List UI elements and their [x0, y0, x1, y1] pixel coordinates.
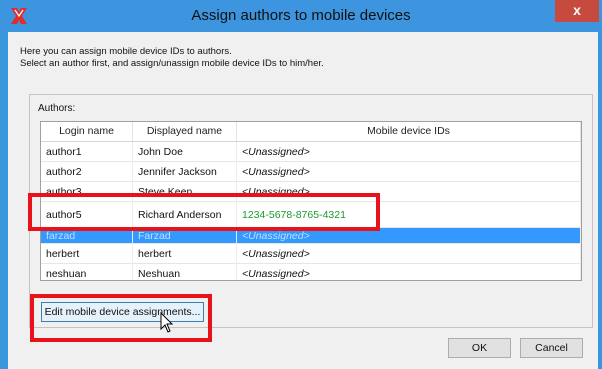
window-title: Assign authors to mobile devices — [191, 7, 411, 24]
cell-device-ids: <Unassigned> — [237, 142, 581, 162]
table-row[interactable]: author1 John Doe <Unassigned> — [41, 142, 581, 162]
highlight-frame-edit-button — [30, 294, 212, 342]
highlight-frame-author5 — [28, 193, 380, 231]
ok-button[interactable]: OK — [448, 338, 511, 358]
table-row[interactable]: neshuan Neshuan <Unassigned> — [41, 264, 581, 280]
cell-login: author1 — [41, 142, 133, 162]
column-header-login[interactable]: Login name — [41, 122, 133, 141]
intro-line-1: Here you can assign mobile device IDs to… — [20, 46, 232, 57]
cell-displayed-name: Neshuan — [133, 264, 237, 280]
column-header-displayed[interactable]: Displayed name — [133, 122, 237, 141]
dialog-window: Assign authors to mobile devices x Here … — [0, 0, 602, 369]
title-bar[interactable]: Assign authors to mobile devices x — [0, 0, 602, 32]
cell-device-ids: <Unassigned> — [237, 264, 581, 280]
table-row[interactable]: herbert herbert <Unassigned> — [41, 244, 581, 264]
cancel-button[interactable]: Cancel — [520, 338, 583, 358]
cell-displayed-name: John Doe — [133, 142, 237, 162]
table-header: Login name Displayed name Mobile device … — [41, 122, 581, 142]
cell-displayed-name: Jennifer Jackson — [133, 162, 237, 182]
intro-text: Here you can assign mobile device IDs to… — [20, 46, 324, 70]
cell-displayed-name: herbert — [133, 244, 237, 264]
cell-login: herbert — [41, 244, 133, 264]
column-header-devices[interactable]: Mobile device IDs — [237, 122, 581, 141]
cell-device-ids: <Unassigned> — [237, 244, 581, 264]
table-row[interactable]: author2 Jennifer Jackson <Unassigned> — [41, 162, 581, 182]
cell-login: neshuan — [41, 264, 133, 280]
cell-login: author2 — [41, 162, 133, 182]
close-button[interactable]: x — [555, 0, 599, 22]
intro-line-2: Select an author first, and assign/unass… — [20, 58, 324, 69]
cell-device-ids: <Unassigned> — [237, 162, 581, 182]
authors-group-label: Authors: — [38, 103, 76, 114]
mouse-pointer-icon — [160, 312, 174, 333]
